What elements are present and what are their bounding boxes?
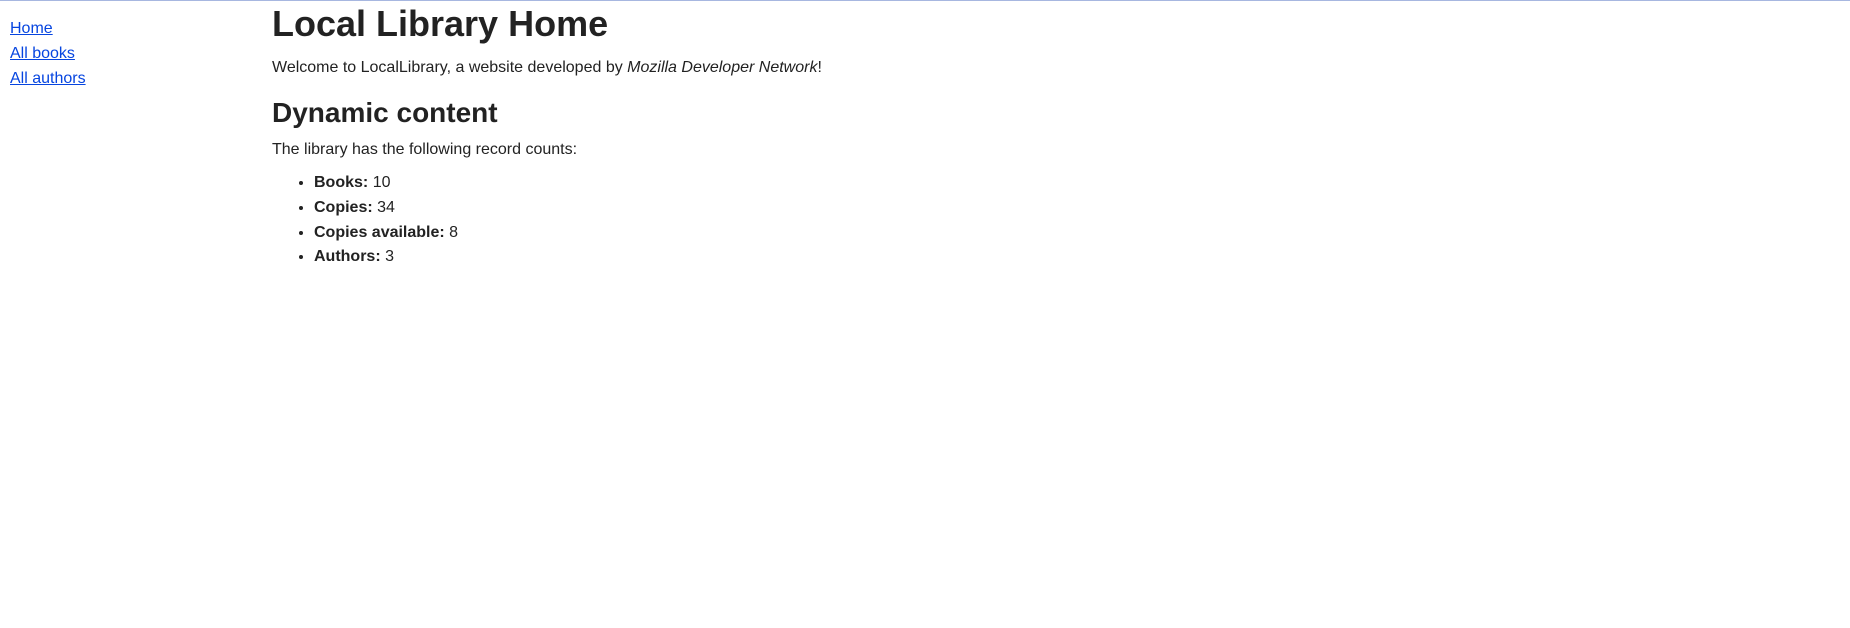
record-value: 34 [377, 199, 395, 216]
sidebar-nav: Home All books All authors [10, 1, 272, 272]
record-value: 8 [449, 224, 458, 241]
section-title: Dynamic content [272, 97, 1840, 129]
record-label: Books: [314, 174, 368, 191]
welcome-suffix: ! [817, 59, 821, 76]
record-item-copies: Copies: 34 [314, 198, 1840, 219]
page-title: Local Library Home [272, 3, 1840, 45]
record-value: 10 [373, 174, 391, 191]
records-intro: The library has the following record cou… [272, 141, 1840, 159]
nav-link-home[interactable]: Home [10, 19, 272, 40]
nav-link-all-authors[interactable]: All authors [10, 69, 272, 90]
record-item-authors: Authors: 3 [314, 247, 1840, 268]
nav-link-all-books[interactable]: All books [10, 44, 272, 65]
records-list: Books: 10 Copies: 34 Copies available: 8… [272, 173, 1840, 268]
record-item-books: Books: 10 [314, 173, 1840, 194]
welcome-prefix: Welcome to LocalLibrary, a website devel… [272, 59, 627, 76]
welcome-text: Welcome to LocalLibrary, a website devel… [272, 59, 1840, 77]
record-label: Copies: [314, 199, 373, 216]
record-item-copies-available: Copies available: 8 [314, 223, 1840, 244]
record-label: Authors: [314, 248, 381, 265]
main-content: Local Library Home Welcome to LocalLibra… [272, 1, 1840, 272]
record-label: Copies available: [314, 224, 445, 241]
welcome-em: Mozilla Developer Network [627, 59, 817, 76]
record-value: 3 [385, 248, 394, 265]
